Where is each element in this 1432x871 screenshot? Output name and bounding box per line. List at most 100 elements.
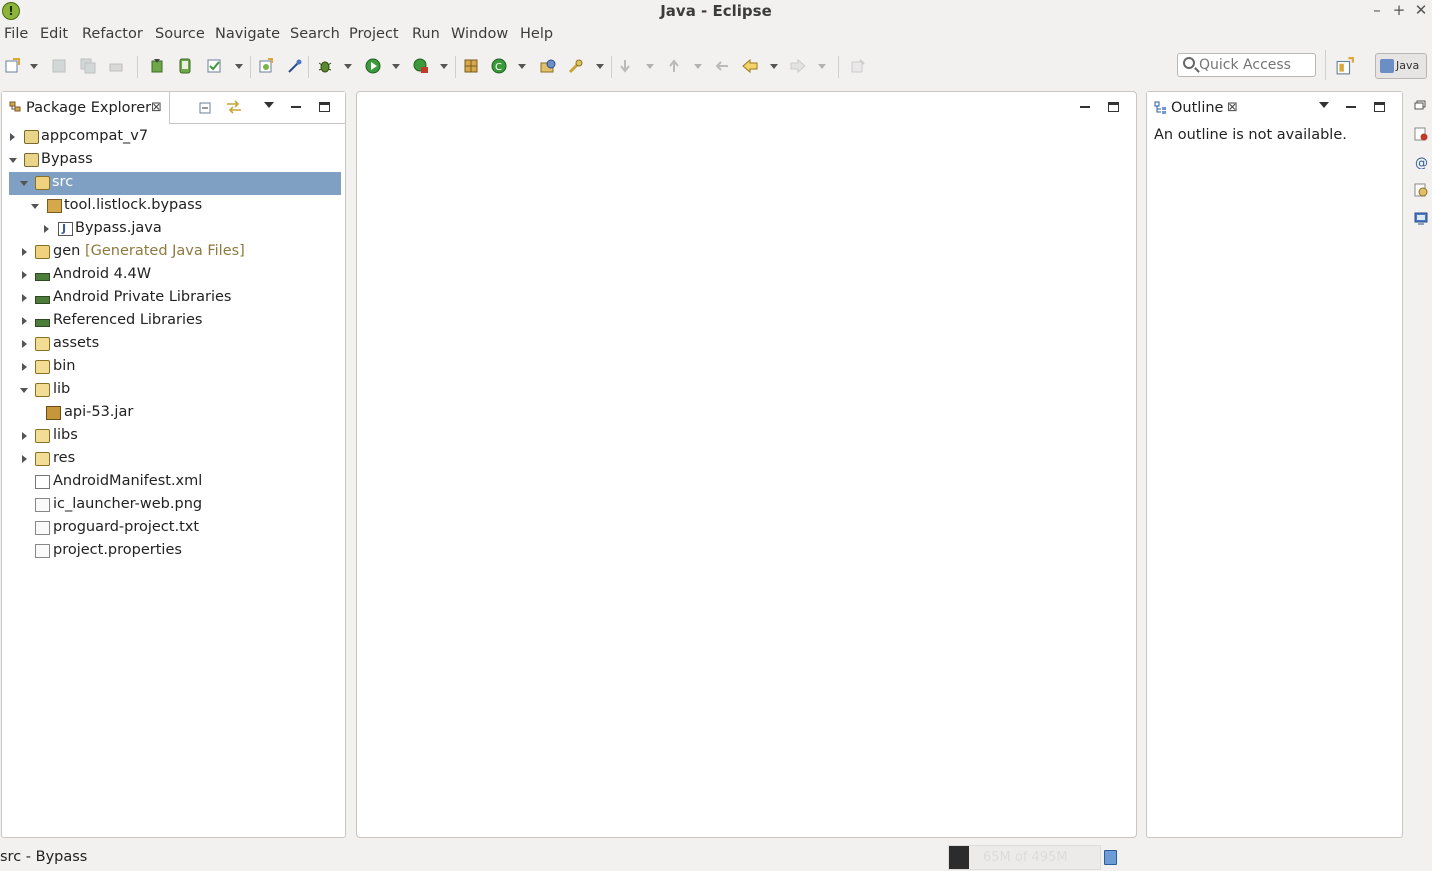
expand-icon[interactable] (22, 340, 27, 348)
tree-item-bypass-java[interactable]: Bypass.java (9, 218, 341, 241)
quick-access-box[interactable] (1177, 53, 1316, 77)
run-icon[interactable] (365, 58, 381, 74)
view-menu-icon[interactable] (264, 102, 274, 108)
tree-item-bin[interactable]: bin (9, 356, 341, 379)
tree-item-lib[interactable]: lib (9, 379, 341, 402)
android-lint-icon[interactable] (207, 58, 223, 74)
minimize-icon[interactable] (1078, 100, 1092, 114)
expand-icon[interactable] (44, 225, 49, 233)
heap-status-text: 65M of 495M (983, 850, 1068, 865)
tree-item-libs[interactable]: libs (9, 425, 341, 448)
back-dropdown-icon[interactable] (770, 64, 778, 69)
menu-source[interactable]: Source (155, 26, 205, 42)
expand-icon[interactable] (22, 248, 27, 256)
link-with-editor-icon[interactable] (226, 100, 242, 114)
menu-help[interactable]: Help (520, 26, 553, 42)
heap-status[interactable]: 65M of 495M (948, 845, 1101, 870)
collapse-icon[interactable] (9, 158, 17, 163)
external-tools-dropdown-icon[interactable] (440, 64, 448, 69)
lint-dropdown-icon[interactable] (235, 64, 243, 69)
minimize-window-icon[interactable]: – (1367, 1, 1387, 19)
new-java-package-icon[interactable] (463, 58, 479, 74)
debug-dropdown-icon[interactable] (344, 64, 352, 69)
quick-access-input[interactable] (1199, 56, 1313, 74)
expand-icon[interactable] (22, 432, 27, 440)
minimize-icon[interactable] (1344, 100, 1358, 114)
view-menu-icon[interactable] (1319, 102, 1329, 108)
run-external-tools-icon[interactable] (413, 58, 429, 74)
new-icon[interactable] (4, 58, 20, 74)
collapse-icon[interactable] (20, 388, 28, 393)
project-icon (24, 153, 39, 167)
expand-icon[interactable] (22, 455, 27, 463)
tree-item-src[interactable]: src (9, 172, 341, 195)
tree-item-referenced-libraries[interactable]: Referenced Libraries (9, 310, 341, 333)
expand-icon[interactable] (22, 317, 27, 325)
close-icon[interactable]: ⊠ (1227, 100, 1238, 115)
debug-icon[interactable] (317, 58, 333, 74)
android-avd-manager-icon[interactable] (177, 58, 193, 74)
menu-search[interactable]: Search (290, 26, 340, 42)
tree-item-package[interactable]: tool.listlock.bypass (9, 195, 341, 218)
new-java-class-icon[interactable]: C (491, 58, 507, 74)
minimize-icon[interactable] (289, 100, 303, 114)
run-dropdown-icon[interactable] (392, 64, 400, 69)
menu-file[interactable]: File (4, 26, 28, 42)
tree-item-project-properties[interactable]: project.properties (9, 540, 341, 563)
collapse-icon[interactable] (31, 204, 39, 209)
maximize-icon[interactable] (1374, 102, 1385, 112)
expand-icon[interactable] (10, 133, 15, 141)
tree-item-private-libraries[interactable]: Android Private Libraries (9, 287, 341, 310)
java-perspective-button[interactable]: Java (1375, 53, 1427, 79)
search-dropdown-icon[interactable] (596, 64, 604, 69)
editor-area[interactable] (356, 91, 1137, 838)
tree-item-manifest[interactable]: AndroidManifest.xml (9, 471, 341, 494)
previous-annotation-icon (669, 59, 679, 72)
menu-project[interactable]: Project (349, 26, 399, 42)
tab-package-explorer[interactable]: Package Explorer ⊠ (2, 92, 170, 124)
menu-edit[interactable]: Edit (40, 26, 68, 42)
tree-item-proguard[interactable]: proguard-project.txt (9, 517, 341, 540)
collapse-icon[interactable] (20, 181, 28, 186)
menu-navigate[interactable]: Navigate (215, 26, 280, 42)
tree-item-gen[interactable]: gen [Generated Java Files] (9, 241, 341, 264)
expand-icon[interactable] (22, 363, 27, 371)
tree-item-label: bin (53, 358, 76, 374)
maximize-icon[interactable] (1108, 102, 1119, 112)
problems-icon[interactable] (1414, 127, 1428, 141)
open-perspective-icon[interactable] (1336, 57, 1354, 75)
new-android-project-icon[interactable] (258, 58, 274, 74)
garbage-collect-icon[interactable] (1104, 850, 1117, 865)
back-icon[interactable] (742, 58, 758, 74)
tree-item-res[interactable]: res (9, 448, 341, 471)
tab-outline[interactable]: Outline ⊠ (1147, 92, 1243, 124)
menu-bar: File Edit Refactor Source Navigate Searc… (0, 22, 1432, 48)
expand-icon[interactable] (22, 294, 27, 302)
maximize-window-icon[interactable]: + (1389, 1, 1409, 19)
close-icon[interactable]: ⊠ (151, 100, 162, 115)
toolbar-separator (1325, 50, 1326, 80)
tree-item-android-sdk[interactable]: Android 4.4W (9, 264, 341, 287)
expand-icon[interactable] (22, 271, 27, 279)
collapse-all-icon[interactable] (199, 100, 213, 114)
tree-item-appcompat-v7[interactable]: appcompat_v7 (9, 126, 341, 149)
console-icon[interactable] (1414, 211, 1428, 225)
tree-item-launcher-png[interactable]: ic_launcher-web.png (9, 494, 341, 517)
menu-refactor[interactable]: Refactor (82, 26, 143, 42)
maximize-icon[interactable] (319, 102, 330, 112)
new-dropdown-icon[interactable] (30, 64, 38, 69)
open-type-icon[interactable] (540, 58, 556, 74)
menu-run[interactable]: Run (412, 26, 440, 42)
restore-icon[interactable] (1414, 100, 1426, 110)
menu-window[interactable]: Window (451, 26, 508, 42)
new-class-dropdown-icon[interactable] (518, 64, 526, 69)
javadoc-icon[interactable]: @ (1414, 155, 1428, 169)
tree-item-api-jar[interactable]: api-53.jar (9, 402, 341, 425)
search-toolbar-icon[interactable] (568, 58, 584, 74)
tree-item-assets[interactable]: assets (9, 333, 341, 356)
new-xml-file-icon[interactable] (287, 58, 303, 74)
android-sdk-manager-icon[interactable] (149, 58, 165, 74)
tree-item-bypass[interactable]: Bypass (9, 149, 341, 172)
declaration-icon[interactable] (1414, 183, 1428, 197)
close-window-icon[interactable]: ✕ (1411, 1, 1431, 19)
